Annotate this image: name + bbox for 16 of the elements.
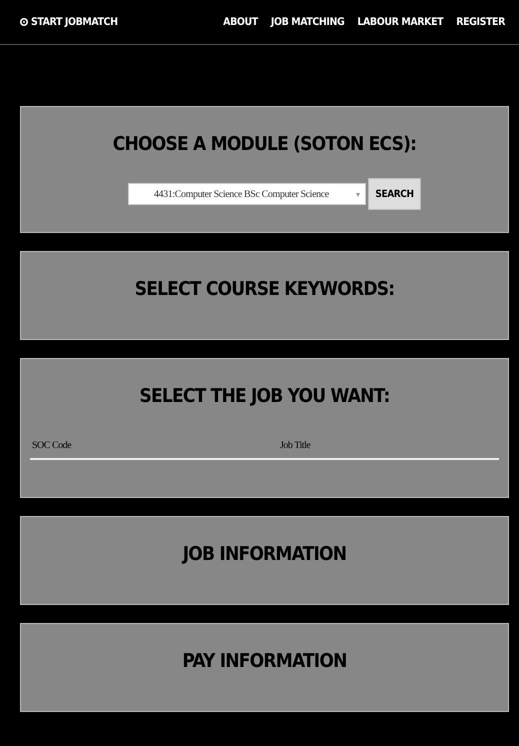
panel-title: CHOOSE A MODULE (SOTON ECS):	[112, 133, 416, 155]
panel-title: SELECT COURSE KEYWORDS:	[134, 278, 394, 300]
module-select[interactable]: 4431:Computer Science BSc Computer Science	[128, 183, 366, 205]
caret-icon	[356, 193, 360, 197]
nav-link[interactable]: JOB MATCHING	[270, 16, 344, 28]
nav-link[interactable]: REGISTER	[456, 16, 505, 28]
nav-link[interactable]: ABOUT	[223, 16, 258, 28]
nav-link[interactable]: LABOUR MARKET	[357, 16, 444, 28]
column-header: Job Title	[279, 440, 312, 451]
search-button[interactable]: SEARCH	[368, 178, 421, 210]
panel-title: PAY INFORMATION	[182, 650, 347, 672]
brand-name[interactable]: START JOBMATCH	[31, 16, 118, 28]
logo-icon	[20, 18, 28, 26]
panel-title: JOB INFORMATION	[182, 543, 346, 565]
panel-title: SELECT THE JOB YOU WANT:	[139, 385, 390, 407]
column-header: SOC Code	[31, 440, 72, 451]
